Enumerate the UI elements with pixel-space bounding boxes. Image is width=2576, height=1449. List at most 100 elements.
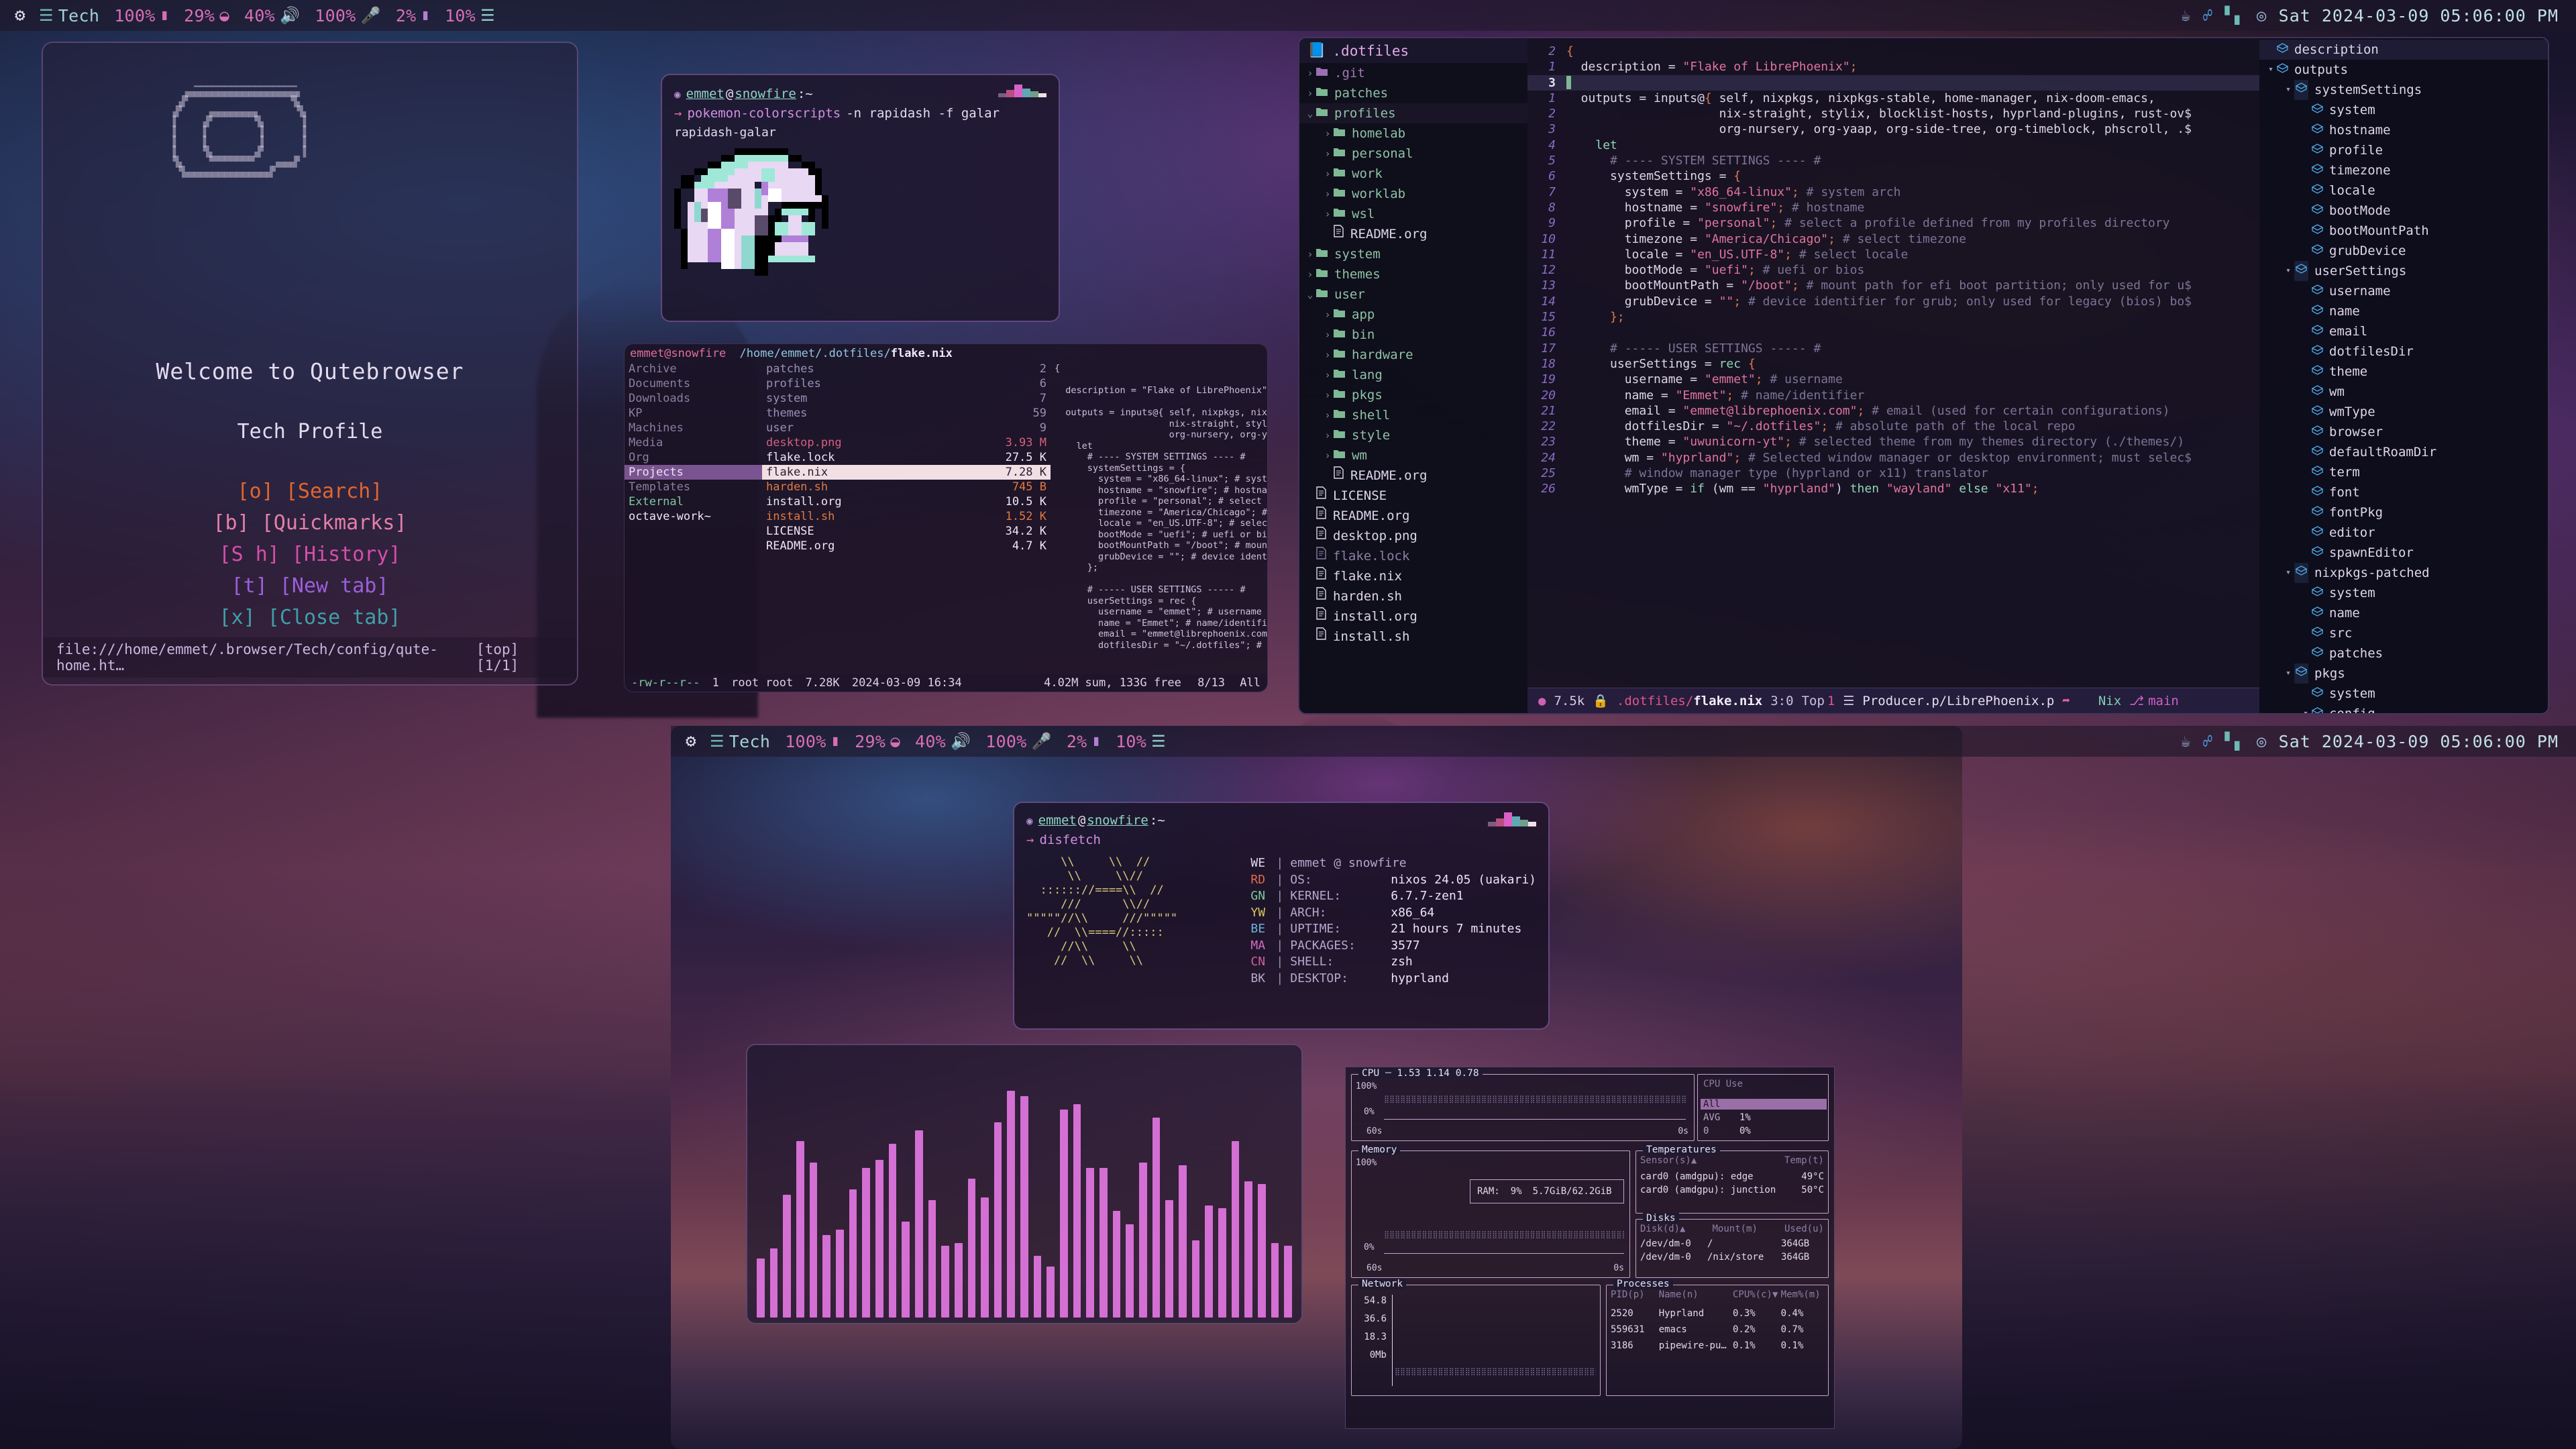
tree-item-flake.nix[interactable]: flake.nix [1299,566,1527,586]
chevron-right-icon[interactable]: › [1305,83,1316,103]
imenu-item-nixpkgs-patched[interactable]: ▾ nixpkgs-patched [2259,563,2548,583]
imenu-item-pkgs[interactable]: ▾ pkgs [2259,663,2548,684]
bluetooth-icon[interactable]: ☍ [2203,733,2213,749]
quick-link-0[interactable]: [o] [Search] [237,480,383,503]
tree-item-wsl[interactable]: › wsl [1299,204,1527,224]
imenu-item-profile[interactable]: profile [2259,140,2548,160]
volume-indicator[interactable]: 40% 🔊 [244,6,300,25]
treemacs-sidebar[interactable]: 📘 .dotfiles › .git › patches ⌄ profiles › homel… [1299,38,1527,713]
brightness-indicator[interactable]: 29% ◒ [184,6,229,25]
imenu-item-grubDevice[interactable]: grubDevice [2259,241,2548,261]
imenu-item-username[interactable]: username [2259,281,2548,301]
gear-icon[interactable]: ⚙ [15,7,25,24]
imenu-item-browser[interactable]: browser [2259,422,2548,442]
imenu-item-editor[interactable]: editor [2259,523,2548,543]
fm-parent-row[interactable]: Org [625,450,762,465]
imenu-item-outputs[interactable]: ▾ outputs [2259,60,2548,80]
imenu-item-config[interactable]: ▾ config [2259,704,2548,713]
imenu-item-userSettings[interactable]: ▾ userSettings [2259,261,2548,281]
chevron-down-icon[interactable]: ⌄ [1305,284,1316,305]
imenu-item-timezone[interactable]: timezone [2259,160,2548,180]
tree-item-README.org[interactable]: README.org [1299,466,1527,486]
quick-link-4[interactable]: [x] [Close tab] [219,606,401,629]
fm-parent-row[interactable]: KP [625,406,762,421]
fm-file-row[interactable]: LICENSE 34.2 K [762,524,1051,539]
fm-file-row[interactable]: system 7 [762,391,1051,406]
fm-file-row[interactable]: flake.nix 7.28 K [762,465,1051,480]
fm-file-row[interactable]: install.sh 1.52 K [762,509,1051,524]
tree-item-system[interactable]: › system [1299,244,1527,264]
process-row[interactable]: 559631 emacs 0.2% 0.7% [1611,1322,1824,1338]
chevron-right-icon[interactable]: › [1305,264,1316,284]
fm-parent-row[interactable]: Downloads [625,391,762,406]
imenu-item-wmType[interactable]: wmType [2259,402,2548,422]
imenu-item-locale[interactable]: locale [2259,180,2548,201]
mic-indicator[interactable]: 100% 🎤 [985,732,1052,751]
fm-parent-row[interactable]: Machines [625,421,762,435]
triangle-down-icon[interactable]: ▾ [2282,663,2294,684]
battery-indicator[interactable]: 100% ▮ [114,6,169,25]
fm-file-row[interactable]: themes 59 [762,406,1051,421]
tree-item-hardware[interactable]: › hardware [1299,345,1527,365]
chevron-right-icon[interactable]: › [1305,63,1316,83]
imenu-item-bootMountPath[interactable]: bootMountPath [2259,221,2548,241]
tree-item-README.org[interactable]: README.org [1299,506,1527,526]
tree-item-shell[interactable]: › shell [1299,405,1527,425]
process-col-header[interactable]: Name(n) [1659,1289,1733,1300]
fm-parent-row[interactable]: Documents [625,376,762,391]
mic-indicator[interactable]: 100% 🎤 [315,6,381,25]
imenu-item-spawnEditor[interactable]: spawnEditor [2259,543,2548,563]
imenu-item-email[interactable]: email [2259,321,2548,341]
process-col-header[interactable]: Mem%(m) [1781,1289,1824,1300]
audio-visualizer-window[interactable] [746,1044,1303,1324]
tree-item-desktop.png[interactable]: desktop.png [1299,526,1527,546]
process-col-header[interactable]: PID(p) [1611,1289,1659,1300]
chevron-right-icon[interactable]: › [1305,244,1316,264]
chevron-right-icon[interactable]: › [1322,204,1333,224]
chevron-right-icon[interactable]: › [1322,164,1333,184]
tree-item-install.org[interactable]: install.org [1299,606,1527,627]
tree-item-README.org[interactable]: README.org [1299,224,1527,244]
fm-parent-row[interactable]: Media [625,435,762,450]
imenu-tree[interactable]: description ▾ outputs ▾ systemSettings system… [2259,40,2548,713]
disc-icon[interactable]: ◎ [2257,7,2267,23]
bluetooth-icon[interactable]: ☍ [2203,7,2213,23]
fm-parent-row[interactable]: Archive [625,362,762,376]
fm-file-row[interactable]: user 9 [762,421,1051,435]
disfetch-terminal-window[interactable]: ◉ emmet @ snowfire :~ → disfetch \\ \\ /… [1013,802,1550,1030]
chevron-right-icon[interactable]: › [1322,405,1333,425]
fm-parent-column[interactable]: Archive Documents Downloads KP Machines Media… [625,362,762,678]
cpu-indicator[interactable]: 10% ☰ [445,6,495,25]
code-editor[interactable]: 2{1 description = "Flake of LibrePhoenix… [1527,38,2259,713]
cpu-all-row[interactable]: All [1701,1099,1827,1110]
secondary-monitor-window[interactable]: ◉ emmet @ snowfire :~ → disfetch \\ \\ /… [671,726,1962,1449]
cpu-indicator[interactable]: 10% ☰ [1116,732,1166,751]
tree-item-patches[interactable]: › patches [1299,83,1527,103]
pokemon-terminal-window[interactable]: ◉ emmet @ snowfire :~ → pokemon-colorscr… [661,74,1060,322]
fm-file-row[interactable]: profiles 6 [762,376,1051,391]
imenu-item-patches[interactable]: patches [2259,643,2548,663]
chevron-right-icon[interactable]: › [1322,445,1333,466]
emacs-window[interactable]: 📘 .dotfiles › .git › patches ⌄ profiles › homel… [1298,37,2549,714]
tree-item-flake.lock[interactable]: flake.lock [1299,546,1527,566]
tree-item-homelab[interactable]: › homelab [1299,123,1527,144]
imenu-item-system[interactable]: system [2259,583,2548,603]
imenu-item-description[interactable]: description [2259,40,2548,60]
treemacs-tree[interactable]: › .git › patches ⌄ profiles › homelab › personal ›… [1299,63,1527,647]
chevron-right-icon[interactable]: › [1322,305,1333,325]
fm-current-column[interactable]: patches 2 profiles 6 system 7 themes 59 user 9 des… [762,362,1051,678]
system-monitor-window[interactable]: CPU ─ 1.53 1.14 0.78 100% 0% ⣿⣿⣿⣿⣿⣿⣿⣿⣿⣿⣿… [1345,1067,1835,1429]
tree-item-wm[interactable]: › wm [1299,445,1527,466]
fm-parent-row[interactable]: External [625,494,762,509]
tree-item-LICENSE[interactable]: LICENSE [1299,486,1527,506]
brightness-indicator[interactable]: 29% ◒ [855,732,900,751]
gear-icon[interactable]: ⚙ [686,733,696,750]
fm-parent-row[interactable]: octave-work~ [625,509,762,524]
imenu-item-systemSettings[interactable]: ▾ systemSettings [2259,80,2548,100]
emacs-code-pane[interactable]: 2{1 description = "Flake of LibrePhoenix… [1527,38,2259,713]
network-signal-icon[interactable]: ▘▖ [2224,733,2245,749]
fm-parent-row[interactable]: Templates [625,480,762,494]
chevron-right-icon[interactable]: › [1322,123,1333,144]
imenu-item-term[interactable]: term [2259,462,2548,482]
quick-link-3[interactable]: [t] [New tab] [231,574,389,598]
